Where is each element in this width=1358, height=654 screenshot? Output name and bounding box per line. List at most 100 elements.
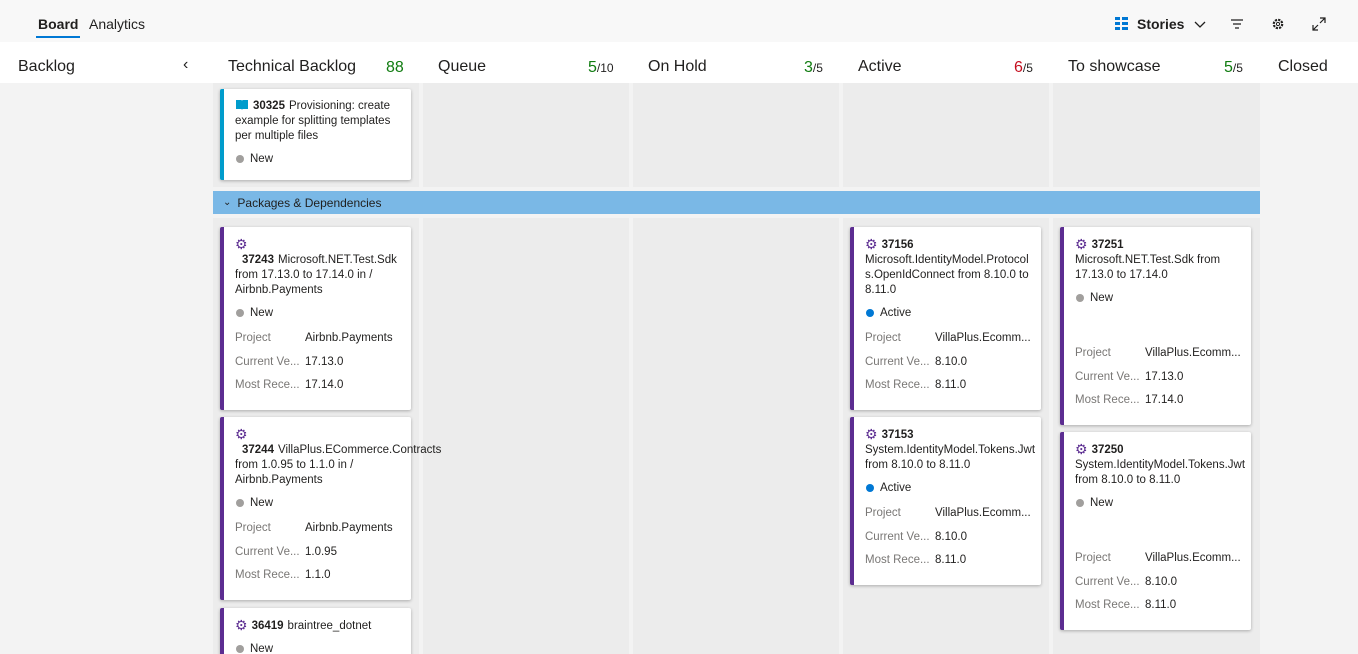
field-value-current-version: 17.13.0 — [305, 355, 344, 368]
field-value-current-version: 17.13.0 — [1145, 370, 1184, 383]
gear-icon: ⚙ — [235, 236, 248, 252]
swimlane-header[interactable]: ⌄ Packages & Dependencies — [213, 191, 1260, 214]
swimlane-label: Packages & Dependencies — [237, 195, 382, 210]
work-item-state: Active — [880, 307, 912, 319]
lane-on-hold-packages — [633, 218, 839, 654]
field-value-current-version: 8.10.0 — [935, 355, 967, 368]
field-label-project: Project — [1075, 347, 1111, 359]
field-value-most-recent: 17.14.0 — [1145, 394, 1184, 406]
column-title-active: Active — [858, 58, 902, 75]
backlog-panel — [0, 83, 204, 654]
field-value-project: VillaPlus.Ecomm... — [1145, 552, 1241, 564]
field-label-project: Project — [865, 332, 901, 344]
field-value-project: VillaPlus.Ecomm... — [935, 507, 1031, 519]
gear-icon — [1272, 18, 1284, 30]
column-title-backlog: Backlog — [18, 58, 75, 75]
work-item-title[interactable]: System.IdentityModel.Tokens.Jwt from 8.1… — [865, 444, 1035, 471]
work-item-card[interactable]: ⚙ 37251 Microsoft.NET.Test.Sdk from 17.13… — [1060, 227, 1251, 425]
field-value-current-version: 8.10.0 — [935, 530, 967, 543]
lane-queue-packages — [423, 218, 629, 654]
state-dot — [866, 309, 874, 317]
field-label-most-recent: Most Rece... — [1075, 394, 1140, 406]
column-count-on-hold: 3/5 — [804, 59, 823, 76]
lane-queue-default — [423, 83, 629, 187]
gear-icon: ⚙ — [1075, 236, 1088, 252]
field-value-most-recent: 17.14.0 — [305, 379, 344, 391]
work-item-title[interactable]: Microsoft.IdentityModel.Protocols.OpenId… — [865, 254, 1029, 296]
column-title-on-hold: On Hold — [648, 58, 707, 75]
field-label-project: Project — [865, 507, 901, 519]
work-item-card[interactable]: ⚙ 37153 System.IdentityModel.Tokens.Jwt f… — [850, 417, 1041, 585]
state-dot — [236, 155, 244, 163]
work-item-state: New — [1090, 292, 1114, 304]
gear-icon: ⚙ — [1075, 441, 1088, 457]
column-count-queue: 5/10 — [588, 59, 614, 76]
collapse-backlog-chevron-icon[interactable]: ‹ — [183, 56, 188, 74]
backlog-level-selector[interactable]: Stories — [1115, 14, 1206, 34]
lane-to-showcase-default — [1053, 83, 1260, 187]
settings-button[interactable] — [1271, 14, 1285, 34]
column-count-active: 6/5 — [1014, 59, 1033, 76]
column-title-closed: Closed — [1278, 58, 1328, 75]
work-item-card[interactable]: ⚙ 37243 Microsoft.NET.Test.Sdk from 17.13… — [220, 227, 411, 410]
column-count-to-showcase: 5/5 — [1224, 59, 1243, 76]
expand-icon — [1312, 17, 1326, 31]
field-label-most-recent: Most Rece... — [865, 554, 930, 566]
field-label-current-version: Current Ve... — [865, 530, 930, 543]
field-label-most-recent: Most Rece... — [235, 379, 300, 391]
work-item-card[interactable]: ⚙ 36419 braintree_dotnet New — [220, 608, 411, 654]
field-label-current-version: Current Ve... — [1075, 575, 1140, 588]
work-item-id: 36419 — [251, 620, 284, 632]
gear-icon: ⚙ — [865, 426, 878, 442]
work-item-title[interactable]: Microsoft.NET.Test.Sdk from 17.13.0 to 1… — [1075, 254, 1220, 281]
field-label-project: Project — [235, 522, 271, 534]
top-bar: Board Analytics Stories — [0, 0, 1358, 42]
gear-icon: ⚙ — [235, 426, 248, 442]
column-title-to-showcase: To showcase — [1068, 58, 1161, 75]
gear-icon: ⚙ — [235, 617, 248, 633]
work-item-state: New — [1090, 497, 1114, 509]
work-item-card[interactable]: ⚙ 37156 Microsoft.IdentityModel.Protocols… — [850, 227, 1041, 410]
column-count-technical-backlog: 88 — [386, 59, 404, 76]
field-label-current-version: Current Ve... — [235, 545, 300, 558]
backlog-level-label: Stories — [1137, 16, 1185, 32]
field-label-current-version: Current Ve... — [235, 355, 300, 368]
column-title-queue: Queue — [438, 58, 487, 75]
work-item-state: New — [250, 307, 274, 319]
field-label-most-recent: Most Rece... — [235, 569, 300, 581]
field-label-current-version: Current Ve... — [865, 355, 930, 368]
work-item-state: Active — [880, 482, 912, 494]
tab-analytics[interactable]: Analytics — [89, 16, 145, 38]
work-item-state: New — [250, 497, 274, 509]
work-item-id: 37156 — [881, 239, 914, 251]
field-value-current-version: 8.10.0 — [1145, 575, 1177, 588]
work-item-id: 37251 — [1091, 239, 1124, 251]
field-value-project: Airbnb.Payments — [305, 332, 393, 344]
lane-on-hold-default — [633, 83, 839, 187]
state-dot — [236, 645, 244, 653]
work-item-card[interactable]: ⚙ 37244 VillaPlus.ECommerce.Contracts fro… — [220, 417, 441, 600]
work-item-card[interactable]: 30325 Provisioning: create example for sp… — [220, 89, 411, 180]
field-value-most-recent: 8.11.0 — [935, 379, 967, 391]
fullscreen-button[interactable] — [1312, 14, 1326, 34]
field-label-most-recent: Most Rece... — [1075, 599, 1140, 611]
work-item-title[interactable]: braintree_dotnet — [288, 620, 372, 632]
field-value-project: VillaPlus.Ecomm... — [1145, 347, 1241, 359]
state-dot — [1076, 294, 1084, 302]
work-item-id: 37250 — [1091, 444, 1124, 456]
work-item-title[interactable]: System.IdentityModel.Tokens.Jwt from 8.1… — [1075, 459, 1245, 486]
work-item-id: 37243 — [242, 254, 274, 266]
field-label-project: Project — [1075, 552, 1111, 564]
work-item-id: 37244 — [242, 444, 274, 456]
lane-active-default — [843, 83, 1049, 187]
field-value-most-recent: 1.1.0 — [305, 569, 331, 581]
work-item-card[interactable]: ⚙ 37250 System.IdentityModel.Tokens.Jwt f… — [1060, 432, 1251, 630]
tab-board[interactable]: Board — [35, 16, 81, 38]
field-value-project: VillaPlus.Ecomm... — [935, 332, 1031, 344]
field-label-current-version: Current Ve... — [1075, 370, 1140, 383]
work-item-state: New — [250, 153, 274, 165]
gear-icon: ⚙ — [865, 236, 878, 252]
filter-button[interactable] — [1230, 14, 1244, 34]
state-dot — [1076, 499, 1084, 507]
lane-closed — [1264, 83, 1358, 654]
